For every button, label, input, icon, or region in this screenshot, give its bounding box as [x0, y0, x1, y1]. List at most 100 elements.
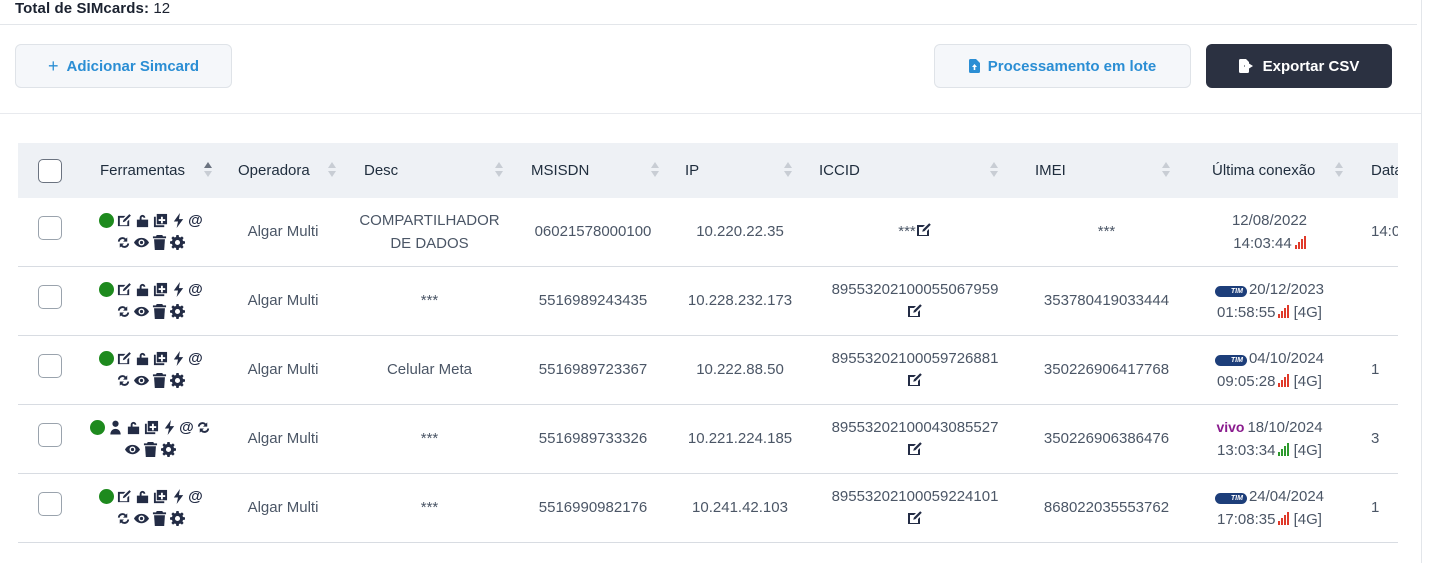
connection-date: 24/04/2024 — [1248, 487, 1325, 505]
add-simcard-button[interactable]: + Adicionar Simcard — [15, 44, 232, 88]
status-online-icon — [99, 282, 115, 297]
select-all-checkbox[interactable] — [38, 158, 62, 183]
bolt-icon[interactable] — [161, 420, 177, 436]
col-ferramentas[interactable]: Ferramentas — [82, 143, 220, 198]
col-iccid[interactable]: ICCID — [807, 143, 1023, 198]
gear-icon[interactable] — [170, 235, 186, 251]
sync-icon[interactable] — [116, 373, 132, 389]
edit-icon[interactable] — [907, 441, 923, 457]
trash-icon[interactable] — [143, 442, 159, 458]
col-imei[interactable]: IMEI — [1023, 143, 1190, 198]
imei-cell: 353780419033444 — [1043, 292, 1170, 309]
row-checkbox[interactable] — [38, 492, 62, 516]
batch-processing-button[interactable]: Processamento em lote — [934, 44, 1191, 88]
trash-icon[interactable] — [152, 304, 168, 320]
imei-cell: 350226906417768 — [1043, 361, 1170, 378]
col-operadora[interactable]: Operadora — [220, 143, 346, 198]
lock-open-icon[interactable] — [134, 489, 150, 505]
bolt-icon[interactable] — [170, 489, 186, 505]
at-icon[interactable]: @ — [188, 488, 203, 505]
sync-icon[interactable] — [116, 304, 132, 320]
bolt-icon[interactable] — [170, 213, 186, 229]
copy-plus-icon[interactable] — [143, 420, 159, 436]
gear-icon[interactable] — [161, 442, 177, 458]
col-ultima-conexao[interactable]: Última conexão — [1190, 143, 1349, 198]
row-tools: @ — [99, 280, 203, 322]
edit-icon[interactable] — [907, 372, 923, 388]
signal-strength-icon — [1294, 235, 1306, 249]
copy-plus-icon[interactable] — [152, 282, 168, 298]
copy-plus-icon[interactable] — [152, 489, 168, 505]
eye-icon[interactable] — [134, 235, 150, 251]
trash-icon[interactable] — [152, 373, 168, 389]
export-csv-label: Exportar CSV — [1262, 57, 1360, 75]
operadora-cell: Algar Multi — [247, 223, 319, 241]
trash-icon[interactable] — [152, 235, 168, 251]
data-cell: 3 — [1349, 404, 1398, 473]
connection-date: 18/10/2024 — [1247, 418, 1323, 436]
row-select-cell — [18, 198, 82, 266]
at-icon[interactable]: @ — [188, 212, 203, 229]
sort-icon — [784, 162, 792, 178]
iccid-value: 89553202100055067959 — [831, 280, 999, 298]
lock-open-icon[interactable] — [134, 213, 150, 229]
col-desc[interactable]: Desc — [346, 143, 513, 198]
gear-icon[interactable] — [170, 304, 186, 320]
iccid-cell: 89553202100055067959 — [807, 266, 1023, 335]
row-checkbox[interactable] — [38, 285, 62, 309]
trash-icon[interactable] — [152, 511, 168, 527]
edit-icon[interactable] — [916, 222, 932, 238]
connection-time: 13:03:34 — [1217, 441, 1276, 459]
eye-icon[interactable] — [134, 304, 150, 320]
ip-cell: 10.228.232.173 — [687, 292, 793, 309]
eye-icon[interactable] — [125, 442, 141, 458]
desc-cell: *** — [420, 430, 439, 447]
status-online-icon — [99, 213, 115, 229]
export-csv-button[interactable]: Exportar CSV — [1206, 44, 1392, 88]
user-icon[interactable] — [107, 420, 123, 436]
data-cell: 14:0 — [1349, 198, 1398, 266]
col-ip[interactable]: IP — [673, 143, 807, 198]
at-icon[interactable]: @ — [188, 350, 203, 367]
operadora-cell: Algar Multi — [247, 499, 319, 516]
bolt-icon[interactable] — [170, 282, 186, 298]
gear-icon[interactable] — [170, 511, 186, 527]
edit-icon[interactable] — [116, 351, 132, 367]
iccid-cell: 89553202100059224101 — [807, 473, 1023, 542]
col-data[interactable]: Data — [1349, 143, 1398, 198]
eye-icon[interactable] — [134, 511, 150, 527]
msisdn-cell: 5516989243435 — [538, 292, 648, 309]
operadora-cell: Algar Multi — [247, 430, 319, 447]
edit-icon[interactable] — [907, 510, 923, 526]
col-msisdn[interactable]: MSISDN — [513, 143, 673, 198]
edit-icon[interactable] — [907, 303, 923, 319]
top-bar: Total de SIMcards: 12 — [0, 0, 1417, 25]
iccid-value: *** — [898, 223, 916, 241]
edit-icon[interactable] — [116, 282, 132, 298]
row-checkbox[interactable] — [38, 423, 62, 447]
table-row: @ Algar Multi Celular Meta 5516989723367 10.… — [18, 335, 1398, 404]
gear-icon[interactable] — [170, 373, 186, 389]
sync-icon[interactable] — [116, 511, 132, 527]
copy-plus-icon[interactable] — [152, 351, 168, 367]
row-checkbox[interactable] — [38, 216, 62, 241]
signal-strength-icon — [1278, 373, 1290, 387]
row-checkbox[interactable] — [38, 354, 62, 378]
msisdn-cell: 06021578000100 — [534, 223, 652, 241]
sync-icon[interactable] — [116, 235, 132, 251]
msisdn-cell: 5516990982176 — [538, 499, 648, 516]
sort-icon — [495, 162, 503, 178]
edit-icon[interactable] — [116, 213, 132, 229]
eye-icon[interactable] — [134, 373, 150, 389]
lock-open-icon[interactable] — [134, 282, 150, 298]
edit-icon[interactable] — [116, 489, 132, 505]
sync-icon[interactable] — [196, 420, 212, 436]
batch-processing-label: Processamento em lote — [987, 57, 1157, 75]
lock-open-icon[interactable] — [125, 420, 141, 436]
at-icon[interactable]: @ — [179, 419, 194, 436]
bolt-icon[interactable] — [170, 351, 186, 367]
lock-open-icon[interactable] — [134, 351, 150, 367]
at-icon[interactable]: @ — [188, 281, 203, 298]
signal-strength-icon — [1278, 442, 1290, 456]
copy-plus-icon[interactable] — [152, 213, 168, 229]
